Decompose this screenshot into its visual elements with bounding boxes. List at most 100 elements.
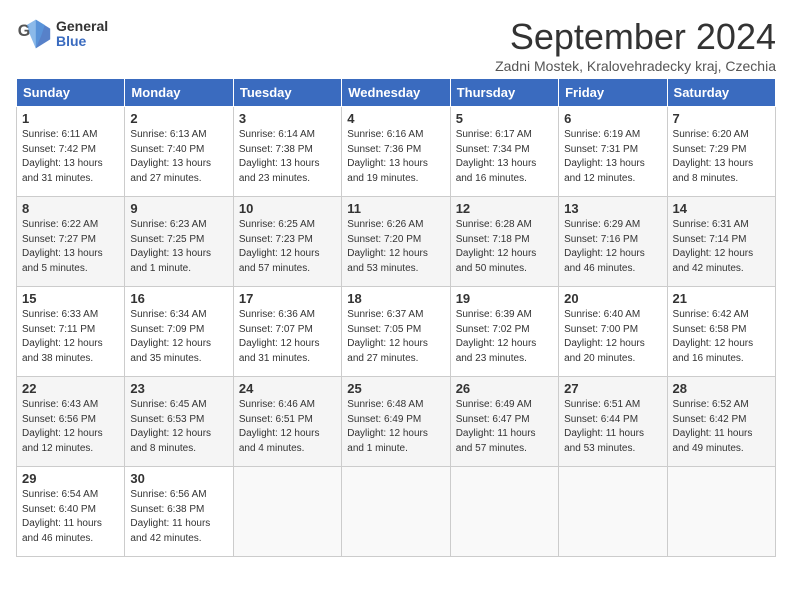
subtitle: Zadni Mostek, Kralovehradecky kraj, Czec… (495, 58, 776, 74)
day-number: 18 (347, 291, 444, 306)
calendar-cell-day-28: 28 Sunrise: 6:52 AM Sunset: 6:42 PM Dayl… (667, 377, 775, 467)
title-area: September 2024 Zadni Mostek, Kralovehrad… (495, 16, 776, 74)
logo-line2: Blue (56, 34, 108, 49)
day-info: Sunrise: 6:29 AM Sunset: 7:16 PM Dayligh… (564, 218, 661, 276)
day-info: Sunrise: 6:51 AM Sunset: 6:44 PM Dayligh… (564, 398, 661, 456)
calendar-cell-day-24: 24 Sunrise: 6:46 AM Sunset: 6:51 PM Dayl… (233, 377, 341, 467)
calendar-cell-empty (233, 467, 341, 557)
day-info: Sunrise: 6:39 AM Sunset: 7:02 PM Dayligh… (456, 308, 553, 366)
day-info: Sunrise: 6:40 AM Sunset: 7:00 PM Dayligh… (564, 308, 661, 366)
calendar-cell-day-13: 13 Sunrise: 6:29 AM Sunset: 7:16 PM Dayl… (559, 197, 667, 287)
day-info: Sunrise: 6:11 AM Sunset: 7:42 PM Dayligh… (22, 128, 119, 186)
calendar-cell-day-30: 30 Sunrise: 6:56 AM Sunset: 6:38 PM Dayl… (125, 467, 233, 557)
day-info: Sunrise: 6:45 AM Sunset: 6:53 PM Dayligh… (130, 398, 227, 456)
calendar-header-row: SundayMondayTuesdayWednesdayThursdayFrid… (17, 79, 776, 107)
day-info: Sunrise: 6:36 AM Sunset: 7:07 PM Dayligh… (239, 308, 336, 366)
day-number: 5 (456, 111, 553, 126)
day-number: 8 (22, 201, 119, 216)
day-info: Sunrise: 6:25 AM Sunset: 7:23 PM Dayligh… (239, 218, 336, 276)
day-number: 10 (239, 201, 336, 216)
day-number: 1 (22, 111, 119, 126)
day-header-monday: Monday (125, 79, 233, 107)
calendar-cell-day-18: 18 Sunrise: 6:37 AM Sunset: 7:05 PM Dayl… (342, 287, 450, 377)
day-number: 29 (22, 471, 119, 486)
day-info: Sunrise: 6:46 AM Sunset: 6:51 PM Dayligh… (239, 398, 336, 456)
day-number: 26 (456, 381, 553, 396)
calendar-cell-day-21: 21 Sunrise: 6:42 AM Sunset: 6:58 PM Dayl… (667, 287, 775, 377)
day-header-wednesday: Wednesday (342, 79, 450, 107)
day-number: 27 (564, 381, 661, 396)
calendar: SundayMondayTuesdayWednesdayThursdayFrid… (16, 78, 776, 557)
calendar-cell-day-11: 11 Sunrise: 6:26 AM Sunset: 7:20 PM Dayl… (342, 197, 450, 287)
day-info: Sunrise: 6:22 AM Sunset: 7:27 PM Dayligh… (22, 218, 119, 276)
calendar-cell-day-5: 5 Sunrise: 6:17 AM Sunset: 7:34 PM Dayli… (450, 107, 558, 197)
calendar-week-2: 8 Sunrise: 6:22 AM Sunset: 7:27 PM Dayli… (17, 197, 776, 287)
day-number: 6 (564, 111, 661, 126)
day-number: 28 (673, 381, 770, 396)
calendar-cell-day-1: 1 Sunrise: 6:11 AM Sunset: 7:42 PM Dayli… (17, 107, 125, 197)
day-info: Sunrise: 6:56 AM Sunset: 6:38 PM Dayligh… (130, 488, 227, 546)
calendar-cell-empty (450, 467, 558, 557)
day-header-sunday: Sunday (17, 79, 125, 107)
day-info: Sunrise: 6:28 AM Sunset: 7:18 PM Dayligh… (456, 218, 553, 276)
month-title: September 2024 (495, 16, 776, 58)
calendar-cell-day-14: 14 Sunrise: 6:31 AM Sunset: 7:14 PM Dayl… (667, 197, 775, 287)
calendar-cell-day-20: 20 Sunrise: 6:40 AM Sunset: 7:00 PM Dayl… (559, 287, 667, 377)
day-number: 14 (673, 201, 770, 216)
calendar-cell-day-23: 23 Sunrise: 6:45 AM Sunset: 6:53 PM Dayl… (125, 377, 233, 467)
day-info: Sunrise: 6:49 AM Sunset: 6:47 PM Dayligh… (456, 398, 553, 456)
day-number: 2 (130, 111, 227, 126)
day-info: Sunrise: 6:52 AM Sunset: 6:42 PM Dayligh… (673, 398, 770, 456)
day-number: 11 (347, 201, 444, 216)
calendar-cell-empty (667, 467, 775, 557)
day-info: Sunrise: 6:17 AM Sunset: 7:34 PM Dayligh… (456, 128, 553, 186)
day-number: 12 (456, 201, 553, 216)
day-number: 20 (564, 291, 661, 306)
calendar-cell-day-29: 29 Sunrise: 6:54 AM Sunset: 6:40 PM Dayl… (17, 467, 125, 557)
calendar-week-5: 29 Sunrise: 6:54 AM Sunset: 6:40 PM Dayl… (17, 467, 776, 557)
day-info: Sunrise: 6:54 AM Sunset: 6:40 PM Dayligh… (22, 488, 119, 546)
day-number: 21 (673, 291, 770, 306)
day-info: Sunrise: 6:37 AM Sunset: 7:05 PM Dayligh… (347, 308, 444, 366)
day-info: Sunrise: 6:33 AM Sunset: 7:11 PM Dayligh… (22, 308, 119, 366)
day-info: Sunrise: 6:16 AM Sunset: 7:36 PM Dayligh… (347, 128, 444, 186)
day-info: Sunrise: 6:42 AM Sunset: 6:58 PM Dayligh… (673, 308, 770, 366)
day-info: Sunrise: 6:26 AM Sunset: 7:20 PM Dayligh… (347, 218, 444, 276)
calendar-cell-day-19: 19 Sunrise: 6:39 AM Sunset: 7:02 PM Dayl… (450, 287, 558, 377)
day-info: Sunrise: 6:43 AM Sunset: 6:56 PM Dayligh… (22, 398, 119, 456)
calendar-cell-day-16: 16 Sunrise: 6:34 AM Sunset: 7:09 PM Dayl… (125, 287, 233, 377)
calendar-cell-day-15: 15 Sunrise: 6:33 AM Sunset: 7:11 PM Dayl… (17, 287, 125, 377)
logo-icon: G (16, 16, 52, 52)
day-number: 25 (347, 381, 444, 396)
day-number: 4 (347, 111, 444, 126)
calendar-cell-day-4: 4 Sunrise: 6:16 AM Sunset: 7:36 PM Dayli… (342, 107, 450, 197)
calendar-cell-day-2: 2 Sunrise: 6:13 AM Sunset: 7:40 PM Dayli… (125, 107, 233, 197)
calendar-cell-day-17: 17 Sunrise: 6:36 AM Sunset: 7:07 PM Dayl… (233, 287, 341, 377)
logo-line1: General (56, 19, 108, 34)
day-number: 30 (130, 471, 227, 486)
day-number: 24 (239, 381, 336, 396)
calendar-cell-day-27: 27 Sunrise: 6:51 AM Sunset: 6:44 PM Dayl… (559, 377, 667, 467)
day-number: 13 (564, 201, 661, 216)
calendar-week-3: 15 Sunrise: 6:33 AM Sunset: 7:11 PM Dayl… (17, 287, 776, 377)
day-number: 16 (130, 291, 227, 306)
day-number: 3 (239, 111, 336, 126)
day-info: Sunrise: 6:31 AM Sunset: 7:14 PM Dayligh… (673, 218, 770, 276)
day-header-friday: Friday (559, 79, 667, 107)
day-info: Sunrise: 6:13 AM Sunset: 7:40 PM Dayligh… (130, 128, 227, 186)
calendar-cell-day-10: 10 Sunrise: 6:25 AM Sunset: 7:23 PM Dayl… (233, 197, 341, 287)
day-number: 22 (22, 381, 119, 396)
day-info: Sunrise: 6:14 AM Sunset: 7:38 PM Dayligh… (239, 128, 336, 186)
calendar-cell-day-26: 26 Sunrise: 6:49 AM Sunset: 6:47 PM Dayl… (450, 377, 558, 467)
day-header-saturday: Saturday (667, 79, 775, 107)
day-number: 17 (239, 291, 336, 306)
calendar-cell-day-25: 25 Sunrise: 6:48 AM Sunset: 6:49 PM Dayl… (342, 377, 450, 467)
day-number: 23 (130, 381, 227, 396)
calendar-cell-day-8: 8 Sunrise: 6:22 AM Sunset: 7:27 PM Dayli… (17, 197, 125, 287)
day-info: Sunrise: 6:19 AM Sunset: 7:31 PM Dayligh… (564, 128, 661, 186)
calendar-week-4: 22 Sunrise: 6:43 AM Sunset: 6:56 PM Dayl… (17, 377, 776, 467)
day-number: 15 (22, 291, 119, 306)
header: G General Blue September 2024 Zadni Most… (16, 16, 776, 74)
calendar-cell-day-3: 3 Sunrise: 6:14 AM Sunset: 7:38 PM Dayli… (233, 107, 341, 197)
day-header-thursday: Thursday (450, 79, 558, 107)
